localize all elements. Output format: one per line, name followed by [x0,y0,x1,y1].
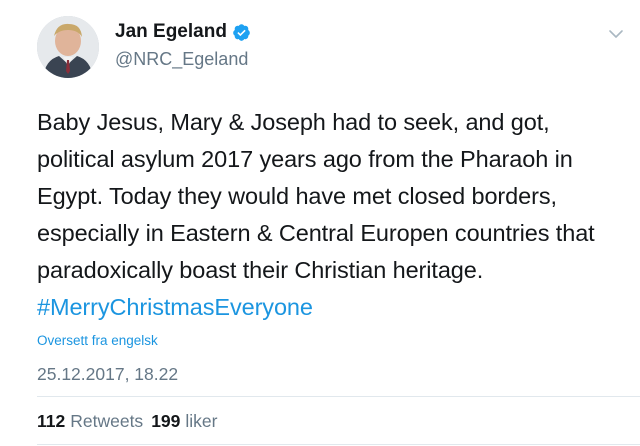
verified-badge-icon [232,23,251,42]
tweet-text-line: Egypt. Today they would have met closed … [37,183,557,209]
likes-count: 199 [151,411,181,431]
tweet-text-line: Baby Jesus, Mary & Joseph had to seek, a… [37,109,550,135]
tweet-text-line: especially in Eastern & Central Europen … [37,220,595,246]
likes-stat[interactable]: 199 liker [151,411,217,432]
tweet-header: Jan Egeland @NRC_Egeland [37,16,629,80]
tweet-timestamp[interactable]: 25.12.2017, 18.22 [37,364,178,385]
avatar-image [37,16,99,78]
retweets-label: Retweets [70,411,144,431]
likes-label: liker [185,411,218,431]
user-names: Jan Egeland @NRC_Egeland [115,21,251,70]
divider [37,444,640,445]
tweet-text-line: political asylum 2017 years ago from the… [37,146,573,172]
tweet-text: Baby Jesus, Mary & Joseph had to seek, a… [37,104,627,326]
tweet-stats: 112 Retweets 199 liker [37,411,217,432]
avatar[interactable] [37,16,99,78]
tweet-text-line: paradoxically boast their Christian heri… [37,257,484,283]
divider [37,396,640,397]
user-handle[interactable]: @NRC_Egeland [115,49,251,70]
retweets-count: 112 [37,411,66,431]
translate-link[interactable]: Oversett fra engelsk [37,333,158,348]
display-name-row: Jan Egeland [115,21,251,43]
hashtag-link[interactable]: #MerryChristmasEveryone [37,289,627,326]
display-name[interactable]: Jan Egeland [115,21,227,43]
retweets-stat[interactable]: 112 Retweets [37,411,143,432]
chevron-down-icon[interactable] [608,26,624,42]
